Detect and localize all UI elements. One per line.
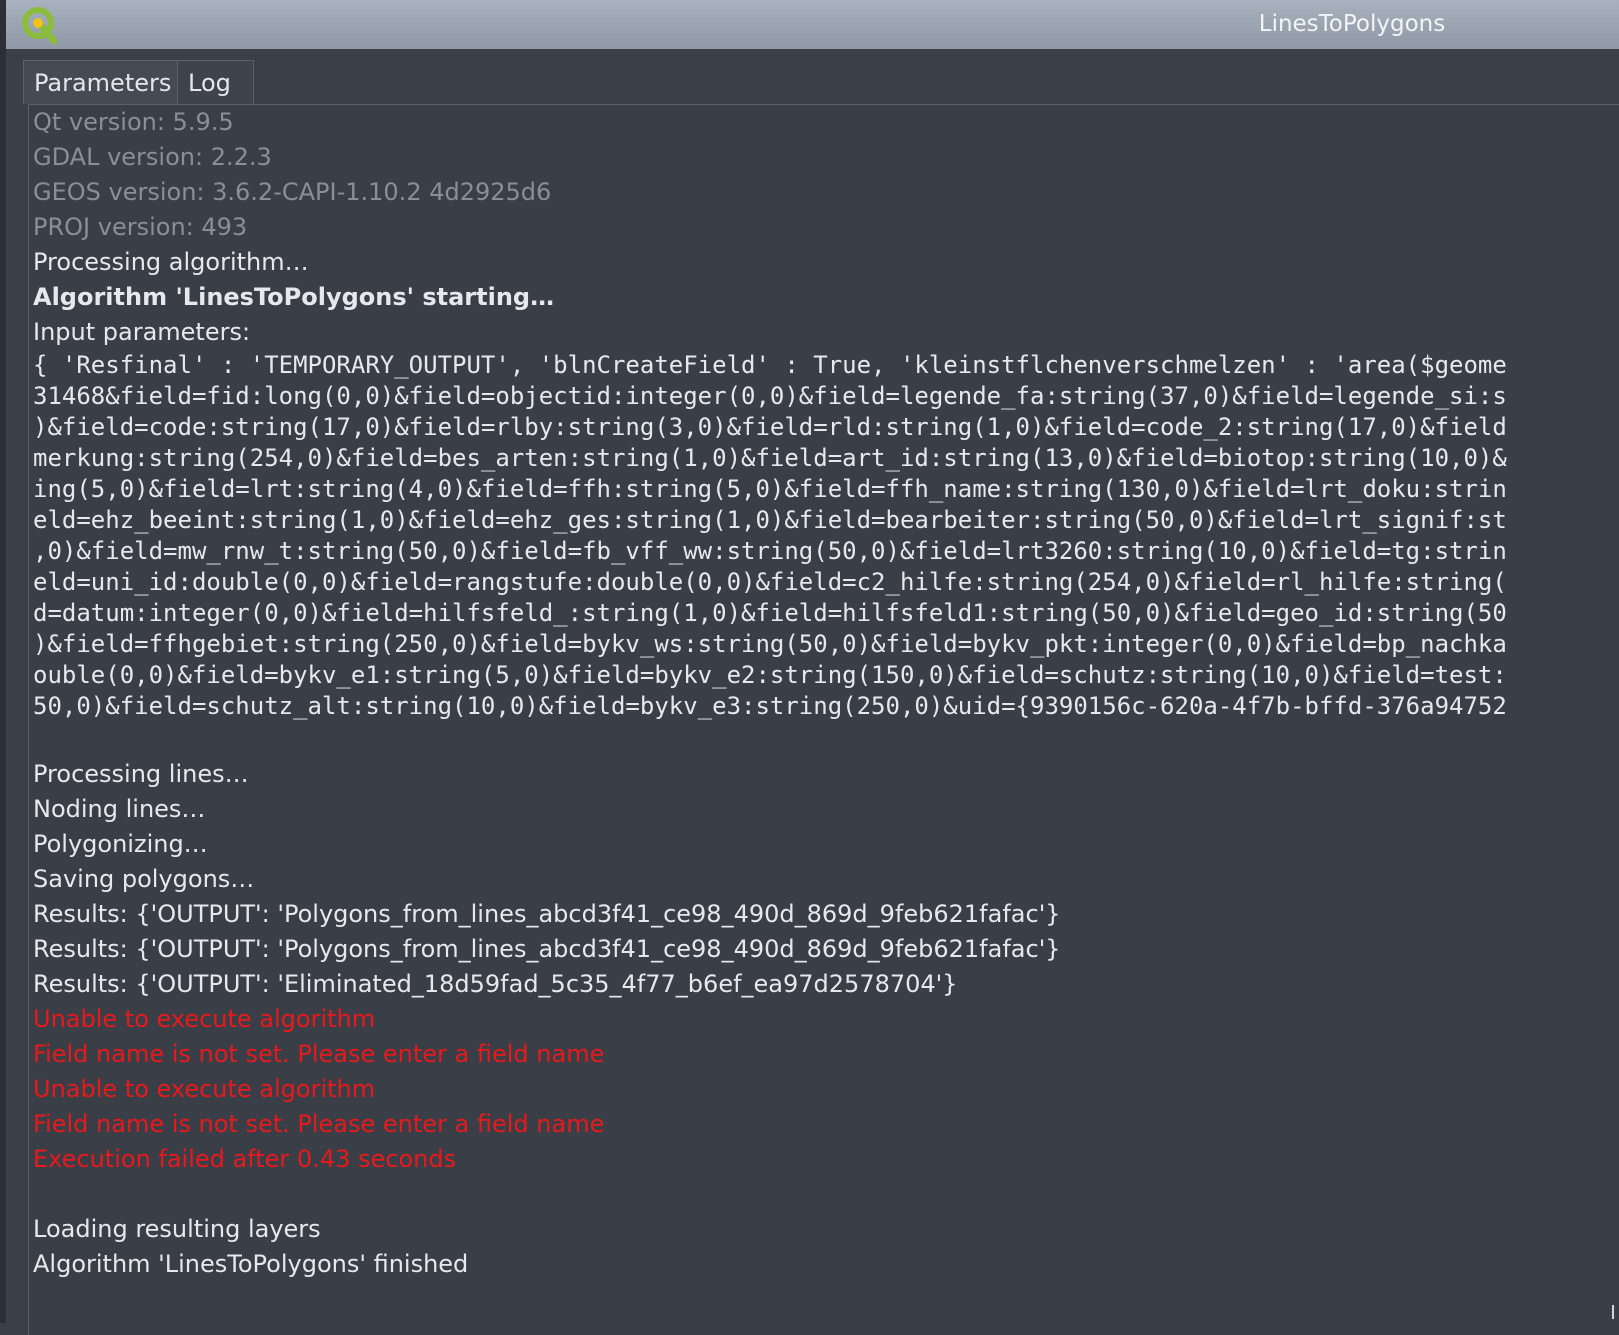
log-line-error: Field name is not set. Please enter a fi… [33,1110,605,1138]
log-line-result: Results: {'OUTPUT': 'Polygons_from_lines… [33,900,1061,928]
log-line-error: Unable to execute algorithm [33,1075,376,1103]
window-left-border [0,0,6,1323]
qgis-logo-icon [22,7,58,45]
log-line-error: Unable to execute algorithm [33,1005,376,1033]
log-line-loading: Loading resulting layers [33,1215,321,1243]
log-text[interactable]: Qt version: 5.9.5 GDAL version: 2.2.3 GE… [33,105,1619,1282]
log-param-line: ouble(0,0)&field=bykv_e1:string(5,0)&fie… [33,661,1507,689]
tab-bar: Parameters Log [6,49,1619,105]
log-line-starting: Algorithm 'LinesToPolygons' starting… [33,283,555,311]
log-param-line: )&field=ffhgebiet:string(250,0)&field=by… [33,630,1507,658]
log-param-line: ,0)&field=mw_rnw_t:string(50,0)&field=fb… [33,537,1507,565]
log-line-step: Processing lines… [33,760,249,788]
log-param-line: eld=uni_id:double(0,0)&field=rangstufe:d… [33,568,1507,596]
log-blank-line [33,722,1619,757]
log-line-result: Results: {'OUTPUT': 'Polygons_from_lines… [33,935,1061,963]
log-line-error: Execution failed after 0.43 seconds [33,1145,457,1173]
log-line-finished: Algorithm 'LinesToPolygons' finished [33,1250,469,1278]
log-line-proj-version: PROJ version: 493 [33,213,248,241]
log-param-line: d=datum:integer(0,0)&field=hilfsfeld_:st… [33,599,1507,627]
window-title: LinesToPolygons [1258,11,1446,37]
log-line-input-header: Input parameters: [33,318,251,346]
tab-parameters[interactable]: Parameters [23,60,178,104]
log-line-step: Noding lines… [33,795,206,823]
log-param-line: ing(5,0)&field=lrt:string(4,0)&field=ffh… [33,475,1507,503]
title-bar[interactable]: LinesToPolygons [6,0,1619,50]
log-param-line: 31468&field=fid:long(0,0)&field=objectid… [33,382,1507,410]
log-line-gdal-version: GDAL version: 2.2.3 [33,143,272,171]
log-param-line: eld=ehz_beeint:string(1,0)&field=ehz_ges… [33,506,1507,534]
log-line-geos-version: GEOS version: 3.6.2-CAPI-1.10.2 4d2925d6 [33,178,552,206]
log-blank-line [33,1177,1619,1212]
log-line-step: Saving polygons… [33,865,255,893]
log-param-line: { 'Resfinal' : 'TEMPORARY_OUTPUT', 'blnC… [33,351,1507,379]
log-line-processing: Processing algorithm… [33,248,309,276]
log-line-result: Results: {'OUTPUT': 'Eliminated_18d59fad… [33,970,958,998]
log-param-line: 50,0)&field=schutz_alt:string(10,0)&fiel… [33,692,1507,720]
log-param-line: merkung:string(254,0)&field=bes_arten:st… [33,444,1507,472]
log-line-step: Polygonizing… [33,830,208,858]
log-line-qt-version: Qt version: 5.9.5 [33,108,234,136]
log-param-line: )&field=code:string(17,0)&field=rlby:str… [33,413,1507,441]
log-line-error: Field name is not set. Please enter a fi… [33,1040,605,1068]
tab-log[interactable]: Log [177,60,254,104]
text-cursor-icon [1612,1305,1617,1319]
